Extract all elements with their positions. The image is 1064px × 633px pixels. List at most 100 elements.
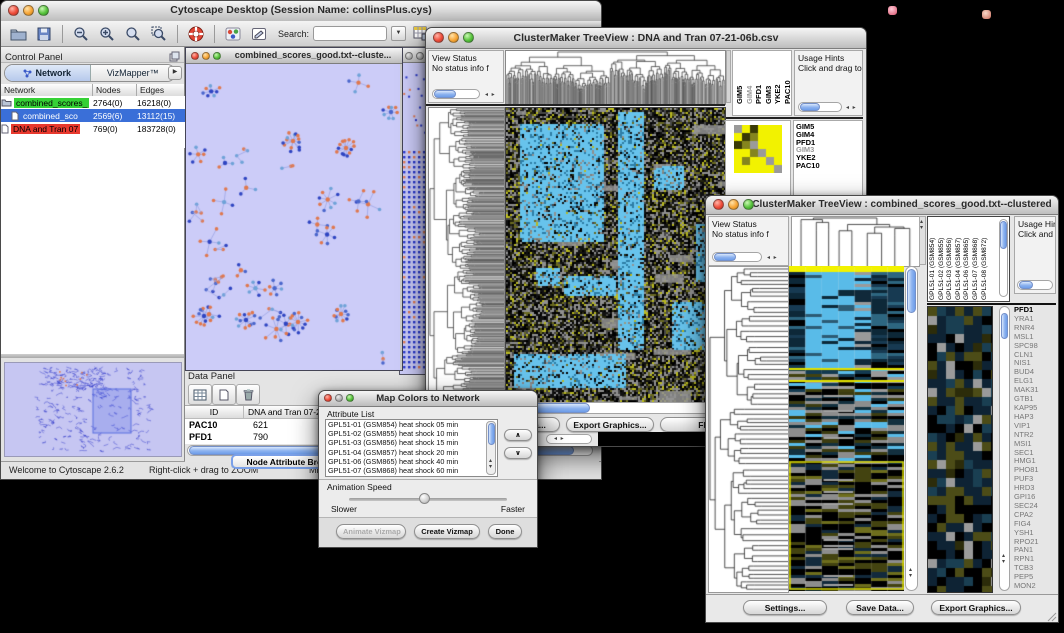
scroll-arrows[interactable]: ▴▾ [489,458,492,470]
network-overview-canvas[interactable] [4,362,182,457]
column-label[interactable]: GPL51-01 (GSM854) [929,218,938,300]
column-label[interactable]: GPL51-03 (GSM856) [946,218,955,300]
zoom-button[interactable] [346,394,354,402]
export-graphics-button[interactable]: Export Graphics... [566,417,654,432]
minimize-button[interactable] [728,199,739,210]
column-labels-scrollbar[interactable] [999,219,1008,297]
scrollbar-thumb[interactable] [714,253,736,261]
minimize-button[interactable] [416,52,424,60]
speed-slider-thumb[interactable] [419,493,430,504]
zoom-button[interactable] [463,32,474,43]
scroll-arrows[interactable]: ◂ ▸ [554,436,565,442]
column-dendrogram2-canvas[interactable] [791,216,920,267]
zoom-selected-icon[interactable] [148,24,170,44]
column-label[interactable]: GPL51-06 (GSM865) [963,218,972,300]
scrollbar-thumb[interactable] [907,269,916,313]
row-dendrogram1-canvas[interactable] [428,107,505,403]
zoom-button[interactable] [38,5,49,16]
treeview2-titlebar[interactable]: ClusterMaker TreeView : combined_scores_… [706,196,1058,215]
help-lifesaver-icon[interactable] [185,24,207,44]
desktop-icon[interactable] [982,10,991,19]
scrollbar-thumb[interactable] [1000,221,1007,249]
search-input[interactable] [313,26,387,41]
close-button[interactable] [324,394,332,402]
vizmap-nodes-icon[interactable] [222,24,244,44]
attribute-item[interactable]: GPL51-02 (GSM855) heat shock 10 min [326,429,497,438]
minimize-button[interactable] [23,5,34,16]
scrollbar-thumb[interactable] [488,423,495,445]
column-label[interactable]: PFD1 [754,52,763,104]
scrollbar-thumb[interactable] [1001,313,1008,339]
move-up-button[interactable]: ∧ [504,429,532,441]
column-label[interactable]: GIM4 [745,52,754,104]
scroll-arrows[interactable]: ▴▾ [1002,553,1005,565]
bottom-mini-scrollbar[interactable] [546,434,592,444]
attribute-item[interactable]: GPL51-04 (GSM857) heat shock 20 min [326,448,497,457]
table-row-selected[interactable]: combined_sco 2569(6) 13112(15) [1,109,185,122]
column-label[interactable]: GPL51-08 (GSM872) [981,218,990,300]
attribute-item[interactable]: GPL51-03 (GSM856) heat shock 15 min [326,438,497,447]
column-dendrogram1-canvas[interactable] [505,50,726,105]
scrollbar-thumb[interactable] [800,103,820,111]
panel-splitter[interactable] [1,354,184,358]
heatmap2-canvas[interactable] [789,266,904,591]
scrollbar-thumb[interactable] [1019,281,1033,289]
scroll-arrows[interactable]: ◂ ▸ [767,255,778,261]
minimize-button[interactable] [448,32,459,43]
scroll-arrows[interactable]: ◂ ▸ [846,105,857,111]
zoom-button[interactable] [213,52,221,60]
table-row[interactable]: DNA and Tran 07 769(0) 183728(0) [1,122,185,135]
network1-canvas[interactable] [186,64,400,370]
zoom-in-icon[interactable] [96,24,118,44]
resize-grip[interactable] [1047,612,1057,622]
usage-hints-scrollbar[interactable] [798,102,842,112]
minimize-button[interactable] [202,52,210,60]
usage-hints2-scrollbar[interactable] [1017,280,1053,290]
dialog-titlebar[interactable]: Map Colors to Network [319,391,537,407]
close-button[interactable] [191,52,199,60]
row-label[interactable]: PAC10 [794,162,862,170]
create-vizmap-button[interactable]: Create Vizmap [414,524,480,539]
column-label[interactable]: GPL51-07 (GSM868) [972,218,981,300]
view-status-scrollbar[interactable] [432,89,480,99]
move-down-button[interactable]: ∨ [504,447,532,459]
animate-vizmap-button[interactable]: Animate Vizmap [336,524,406,539]
row-dendrogram2-canvas[interactable] [708,266,789,593]
minimize-button[interactable] [335,394,343,402]
heatmap-zoom-canvas[interactable] [927,306,993,593]
column-label[interactable]: PAC10 [783,52,792,104]
heatmap2-vscrollbar[interactable]: ▴▾ [905,266,918,591]
attribute-select-button[interactable] [188,384,212,405]
network1-titlebar[interactable]: combined_scores_good.txt--cluste... [186,48,402,64]
close-button[interactable] [433,32,444,43]
column-label[interactable]: YKE2 [773,52,782,104]
attribute-list-scrollbar[interactable]: ▴▾ [486,421,496,475]
tab-network[interactable]: Network [5,65,91,81]
column-header-id[interactable]: ID [185,406,244,418]
heatmap1-canvas[interactable] [505,107,726,403]
tab-overflow-button[interactable]: ▶ [168,66,182,80]
column-label[interactable]: GIM5 [735,52,744,104]
zoom-button[interactable] [743,199,754,210]
zoom-fit-icon[interactable] [122,24,144,44]
mini-scroll-strip[interactable]: ▴▾ [919,216,926,265]
mini-scroll-strip[interactable] [726,50,731,103]
settings-button[interactable]: Settings... [743,600,827,615]
save-button[interactable] [33,24,55,44]
scroll-arrows[interactable]: ◂ ▸ [485,92,496,98]
attribute-item[interactable]: GPL51-07 (GSM868) heat shock 60 min [326,466,497,475]
view-status2-scrollbar[interactable] [712,252,762,262]
annotation-icon[interactable] [248,24,270,44]
treeview1-titlebar[interactable]: ClusterMaker TreeView : DNA and Tran 07-… [426,28,866,49]
similarity-matrix-canvas[interactable] [734,125,782,173]
attribute-item[interactable]: GPL51-01 (GSM854) heat shock 05 min [326,420,497,429]
save-data-button[interactable]: Save Data... [846,600,914,615]
export-graphics-button[interactable]: Export Graphics... [931,600,1021,615]
scroll-arrows[interactable]: ▴▾ [909,567,912,579]
zoom-out-icon[interactable] [70,24,92,44]
new-attribute-button[interactable] [212,384,236,405]
column-label[interactable]: GIM3 [764,52,773,104]
main-titlebar[interactable]: Cytoscape Desktop (Session Name: collins… [1,1,601,22]
scrollbar-thumb[interactable] [434,90,456,98]
table-row[interactable]: combined_scores_ 2764(0) 16218(0) [1,96,185,109]
